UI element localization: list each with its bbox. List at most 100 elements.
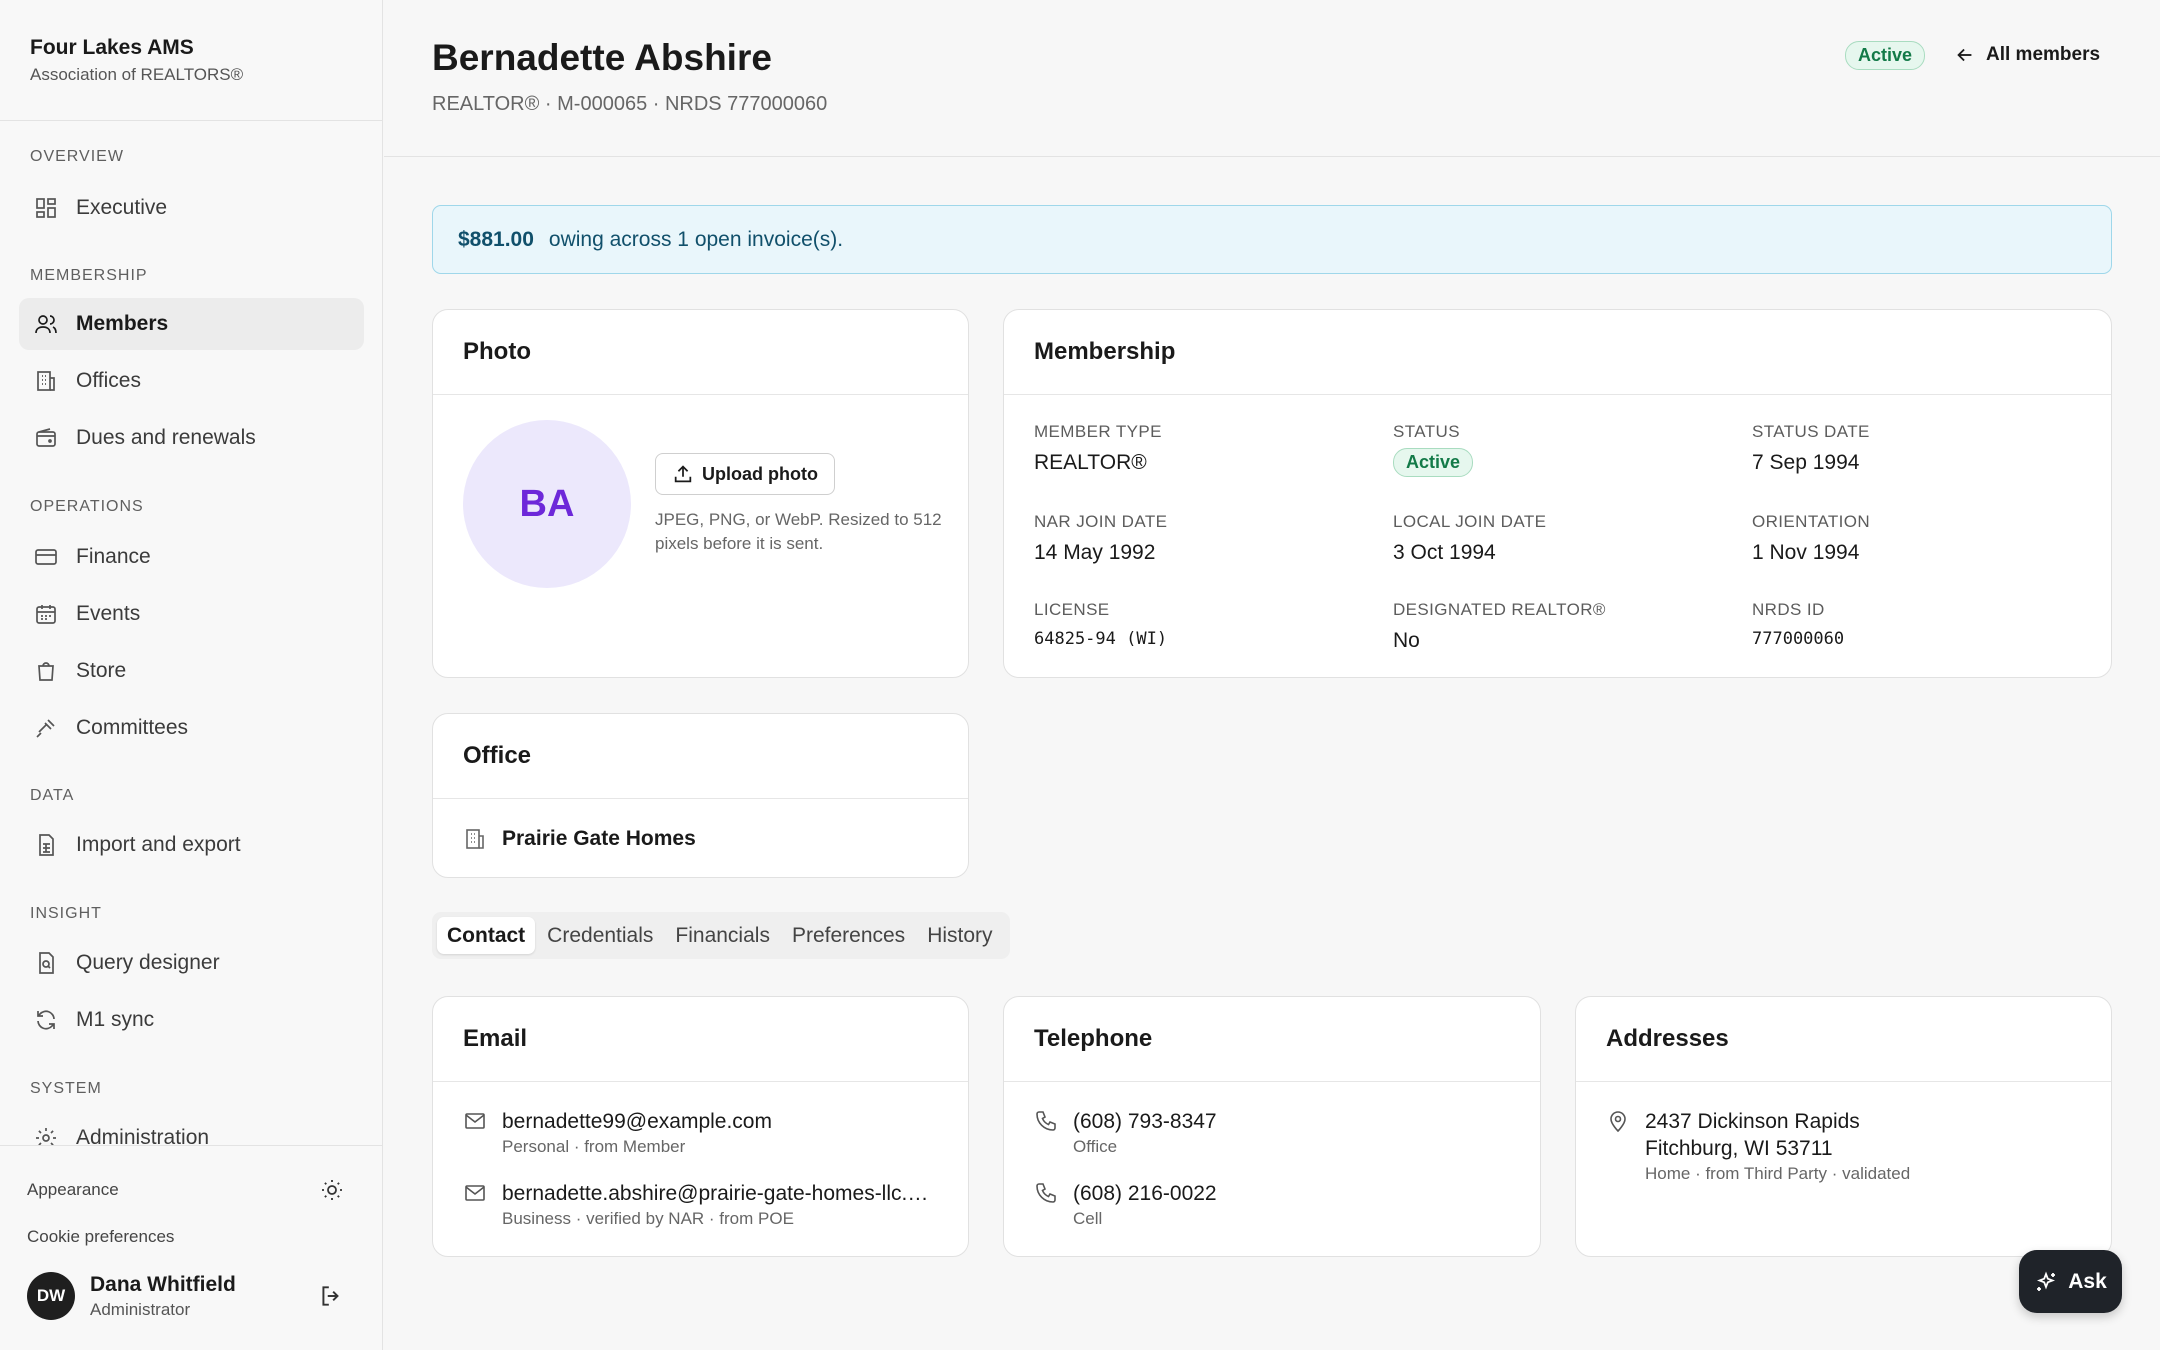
photo-card: Photo BA Upload photo JPEG, PNG, or WebP…	[432, 309, 969, 678]
tab-history[interactable]: History	[917, 917, 1002, 954]
email-item[interactable]: bernadette99@example.com Personal · from…	[463, 1108, 932, 1157]
sidebar-item-m1-sync[interactable]: M1 sync	[19, 994, 364, 1046]
addresses-card: Addresses 2437 Dickinson Rapids Fitchbur…	[1575, 996, 2112, 1257]
tab-contact[interactable]: Contact	[437, 917, 536, 954]
sidebar-item-label: Members	[76, 312, 169, 335]
field-value: 14 May 1992	[1034, 541, 1156, 564]
sidebar-item-label: Dues and renewals	[76, 426, 256, 449]
card-title: Addresses	[1576, 997, 2111, 1082]
tab-preferences[interactable]: Preferences	[782, 917, 915, 954]
address-item[interactable]: 2437 Dickinson Rapids Fitchburg, WI 5371…	[1606, 1108, 1910, 1184]
designated-realtor-field: DESIGNATED REALTOR® No	[1393, 600, 1606, 653]
balance-text: owing across 1 open invoice(s).	[548, 227, 844, 251]
sidebar-item-committees[interactable]: Committees	[19, 702, 364, 754]
nar-join-date-field: NAR JOIN DATE 14 May 1992	[1034, 512, 1167, 565]
sidebar-item-query-designer[interactable]: Query designer	[19, 937, 364, 989]
nav-section-membership: MEMBERSHIP	[30, 267, 148, 284]
upload-photo-button[interactable]: Upload photo	[655, 453, 835, 495]
user-profile: DW Dana Whitfield Administrator	[27, 1272, 344, 1320]
email-item[interactable]: bernadette.abshire@prairie-gate-homes-ll…	[463, 1180, 932, 1229]
refresh-icon	[37, 1010, 55, 1030]
all-members-link[interactable]: All members	[1954, 44, 2100, 66]
appearance-toggle[interactable]: Appearance	[27, 1178, 344, 1202]
sidebar-item-finance[interactable]: Finance	[19, 531, 364, 583]
email-address: bernadette99@example.com	[502, 1110, 772, 1133]
phone-item[interactable]: (608) 793-8347 Office	[1034, 1108, 1217, 1157]
office-name: Prairie Gate Homes	[502, 827, 696, 850]
back-link-label: All members	[1986, 44, 2101, 65]
nav-section-insight: INSIGHT	[30, 905, 102, 922]
mail-icon	[465, 1185, 485, 1201]
brand-subtitle: Association of REALTORS®	[30, 65, 244, 84]
building-icon	[466, 829, 484, 849]
sidebar-item-dues[interactable]: Dues and renewals	[19, 412, 364, 464]
status-badge: Active	[1393, 448, 1474, 477]
nav-section-system: SYSTEM	[30, 1080, 102, 1097]
sidebar-item-import-export[interactable]: Import and export	[19, 819, 364, 871]
email-card: Email bernadette99@example.com Personal …	[432, 996, 969, 1257]
status-field: STATUS Active	[1393, 422, 1474, 477]
phone-meta: Cell	[1073, 1209, 1103, 1228]
card-title: Membership	[1004, 310, 2111, 395]
cookie-preferences-link[interactable]: Cookie preferences	[27, 1227, 174, 1247]
field-value: 3 Oct 1994	[1393, 541, 1496, 564]
field-label: LOCAL JOIN DATE	[1393, 512, 1547, 531]
status-badge: Active	[1845, 41, 1926, 70]
sidebar-item-offices[interactable]: Offices	[19, 355, 364, 407]
sidebar-item-members[interactable]: Members	[19, 298, 364, 350]
phone-item[interactable]: (608) 216-0022 Cell	[1034, 1180, 1217, 1229]
page-header: Bernadette Abshire REALTOR® · M-000065 ·…	[384, 0, 2160, 157]
logout-icon[interactable]	[318, 1283, 344, 1309]
main-content: Bernadette Abshire REALTOR® · M-000065 ·…	[384, 0, 2160, 1350]
orientation-field: ORIENTATION 1 Nov 1994	[1752, 512, 1870, 565]
sparkles-icon	[2037, 1270, 2056, 1291]
phone-icon	[1036, 1111, 1056, 1131]
upload-icon	[674, 465, 692, 483]
field-value: REALTOR®	[1034, 451, 1147, 474]
tab-credentials[interactable]: Credentials	[537, 917, 663, 954]
map-pin-icon	[1610, 1111, 1626, 1133]
license-field: LICENSE 64825-94 (WI)	[1034, 600, 1167, 649]
email-meta: Personal · from Member	[502, 1137, 686, 1156]
page-subtitle: REALTOR® · M-000065 · NRDS 777000060	[432, 93, 828, 115]
appearance-label: Appearance	[27, 1180, 119, 1199]
field-label: LICENSE	[1034, 600, 1110, 619]
file-search-icon	[39, 952, 54, 974]
user-name: Dana Whitfield	[90, 1272, 236, 1296]
sidebar-item-label: Query designer	[76, 951, 220, 974]
dashboard-icon	[36, 198, 56, 218]
avatar: DW	[27, 1272, 75, 1320]
phone-meta: Office	[1073, 1137, 1118, 1156]
phone-icon	[1036, 1183, 1056, 1203]
sidebar-item-label: M1 sync	[76, 1008, 155, 1031]
field-label: DESIGNATED REALTOR®	[1393, 600, 1606, 619]
field-label: STATUS DATE	[1752, 422, 1870, 441]
arrow-left-icon	[1957, 48, 1972, 62]
sidebar-item-label: Import and export	[76, 833, 241, 856]
office-card: Office Prairie Gate Homes	[432, 713, 969, 878]
wallet-icon	[36, 428, 56, 447]
ask-assistant-button[interactable]: Ask	[2019, 1250, 2122, 1313]
telephone-card: Telephone (608) 793-8347 Office (608) 21…	[1003, 996, 1541, 1257]
field-value: No	[1393, 629, 1420, 652]
card-title: Email	[433, 997, 968, 1082]
upload-hint: JPEG, PNG, or WebP. Resized to 512 pixel…	[655, 510, 942, 553]
sidebar-item-label: Offices	[76, 369, 141, 392]
tab-financials[interactable]: Financials	[665, 917, 780, 954]
sidebar-item-executive[interactable]: Executive	[19, 182, 364, 234]
sidebar-item-label: Finance	[76, 545, 151, 568]
sidebar-item-label: Store	[76, 659, 127, 682]
office-link[interactable]: Prairie Gate Homes	[463, 827, 696, 851]
mail-icon	[465, 1113, 485, 1129]
sidebar-footer: Appearance Cookie preferences DW Dana Wh…	[0, 1145, 382, 1350]
sidebar-item-events[interactable]: Events	[19, 588, 364, 640]
field-label: STATUS	[1393, 422, 1460, 441]
field-label: MEMBER TYPE	[1034, 422, 1162, 441]
shopping-bag-icon	[38, 662, 54, 681]
sidebar-item-store[interactable]: Store	[19, 645, 364, 697]
field-label: ORIENTATION	[1752, 512, 1871, 531]
address-meta: Home · from Third Party · validated	[1645, 1164, 1911, 1183]
balance-amount: $881.00	[458, 227, 534, 251]
building-icon	[37, 371, 55, 391]
page-title: Bernadette Abshire	[432, 37, 772, 78]
